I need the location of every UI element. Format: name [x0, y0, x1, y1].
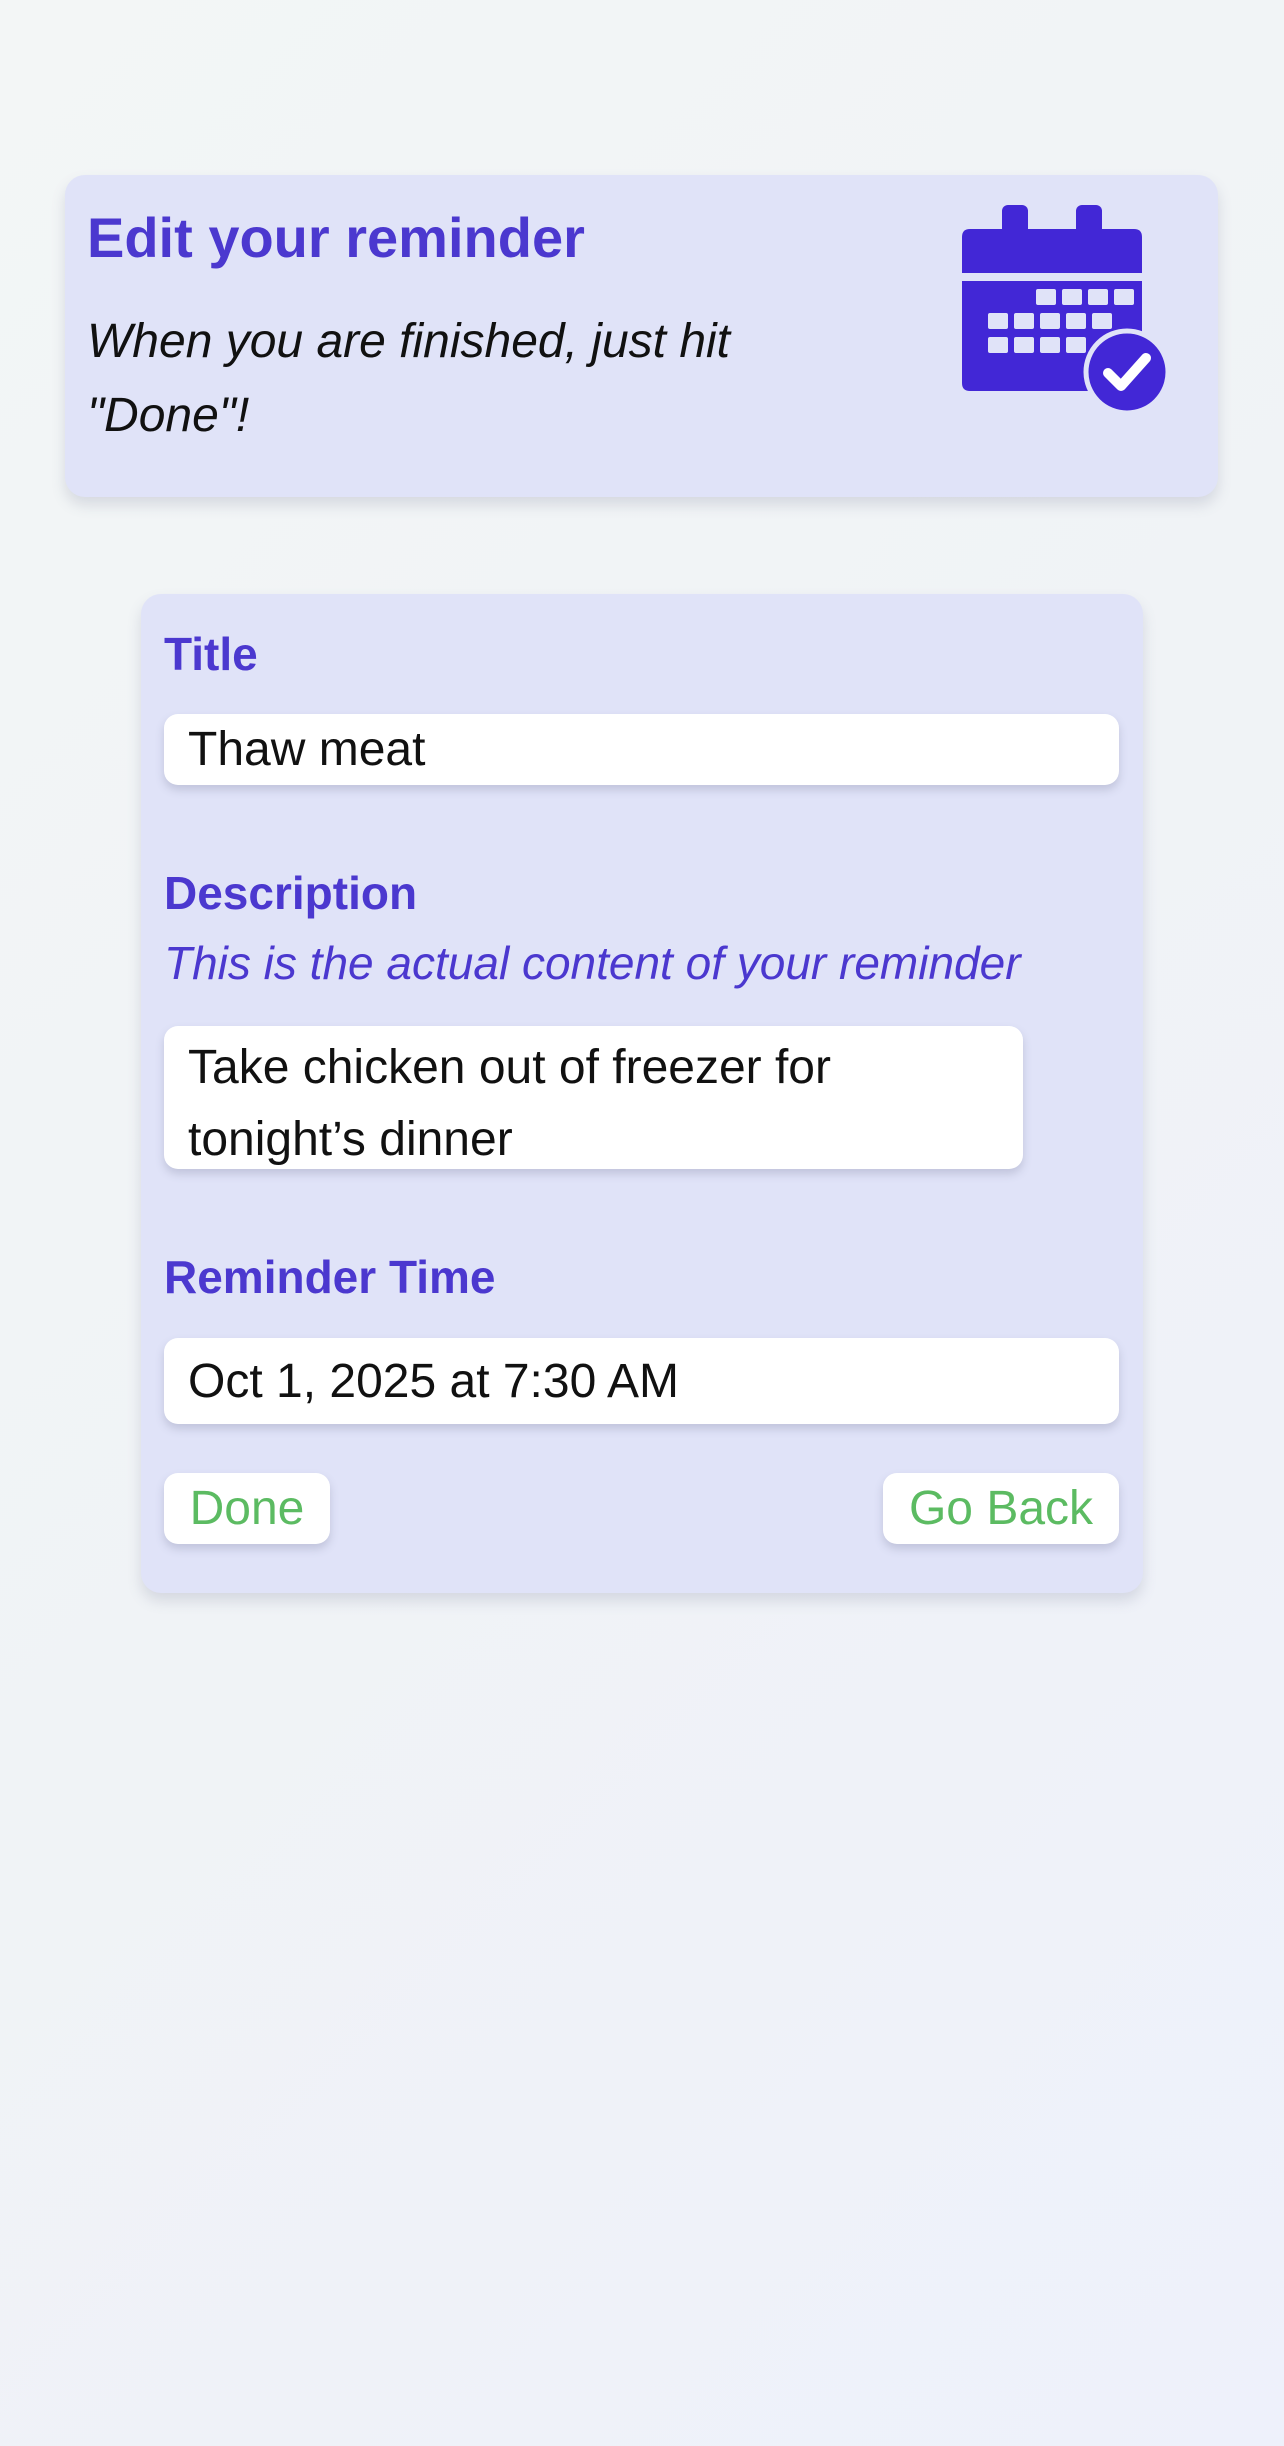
description-input[interactable]: Take chicken out of freezer for tonight’…: [164, 1026, 1023, 1169]
reminder-time-input[interactable]: Oct 1, 2025 at 7:30 AM: [164, 1338, 1119, 1424]
go-back-button[interactable]: Go Back: [883, 1473, 1119, 1544]
calendar-check-icon: [962, 205, 1171, 416]
done-button[interactable]: Done: [164, 1473, 330, 1544]
description-hint: This is the actual content of your remin…: [164, 937, 1021, 989]
reminder-form: Title Thaw meat Description This is the …: [141, 594, 1143, 1593]
description-input-value: Take chicken out of freezer for tonight’…: [188, 1041, 831, 1166]
header-card: Edit your reminder When you are finished…: [65, 175, 1218, 497]
description-label: Description: [164, 867, 418, 919]
page-subtitle: When you are finished, just hit "Done"!: [87, 315, 731, 442]
title-input[interactable]: Thaw meat: [164, 714, 1119, 785]
page-title: Edit your reminder: [87, 206, 585, 269]
title-label: Title: [164, 628, 258, 680]
reminder-time-label: Reminder Time: [164, 1251, 496, 1303]
reminder-time-value: Oct 1, 2025 at 7:30 AM: [188, 1354, 679, 1408]
title-input-value: Thaw meat: [188, 723, 426, 776]
